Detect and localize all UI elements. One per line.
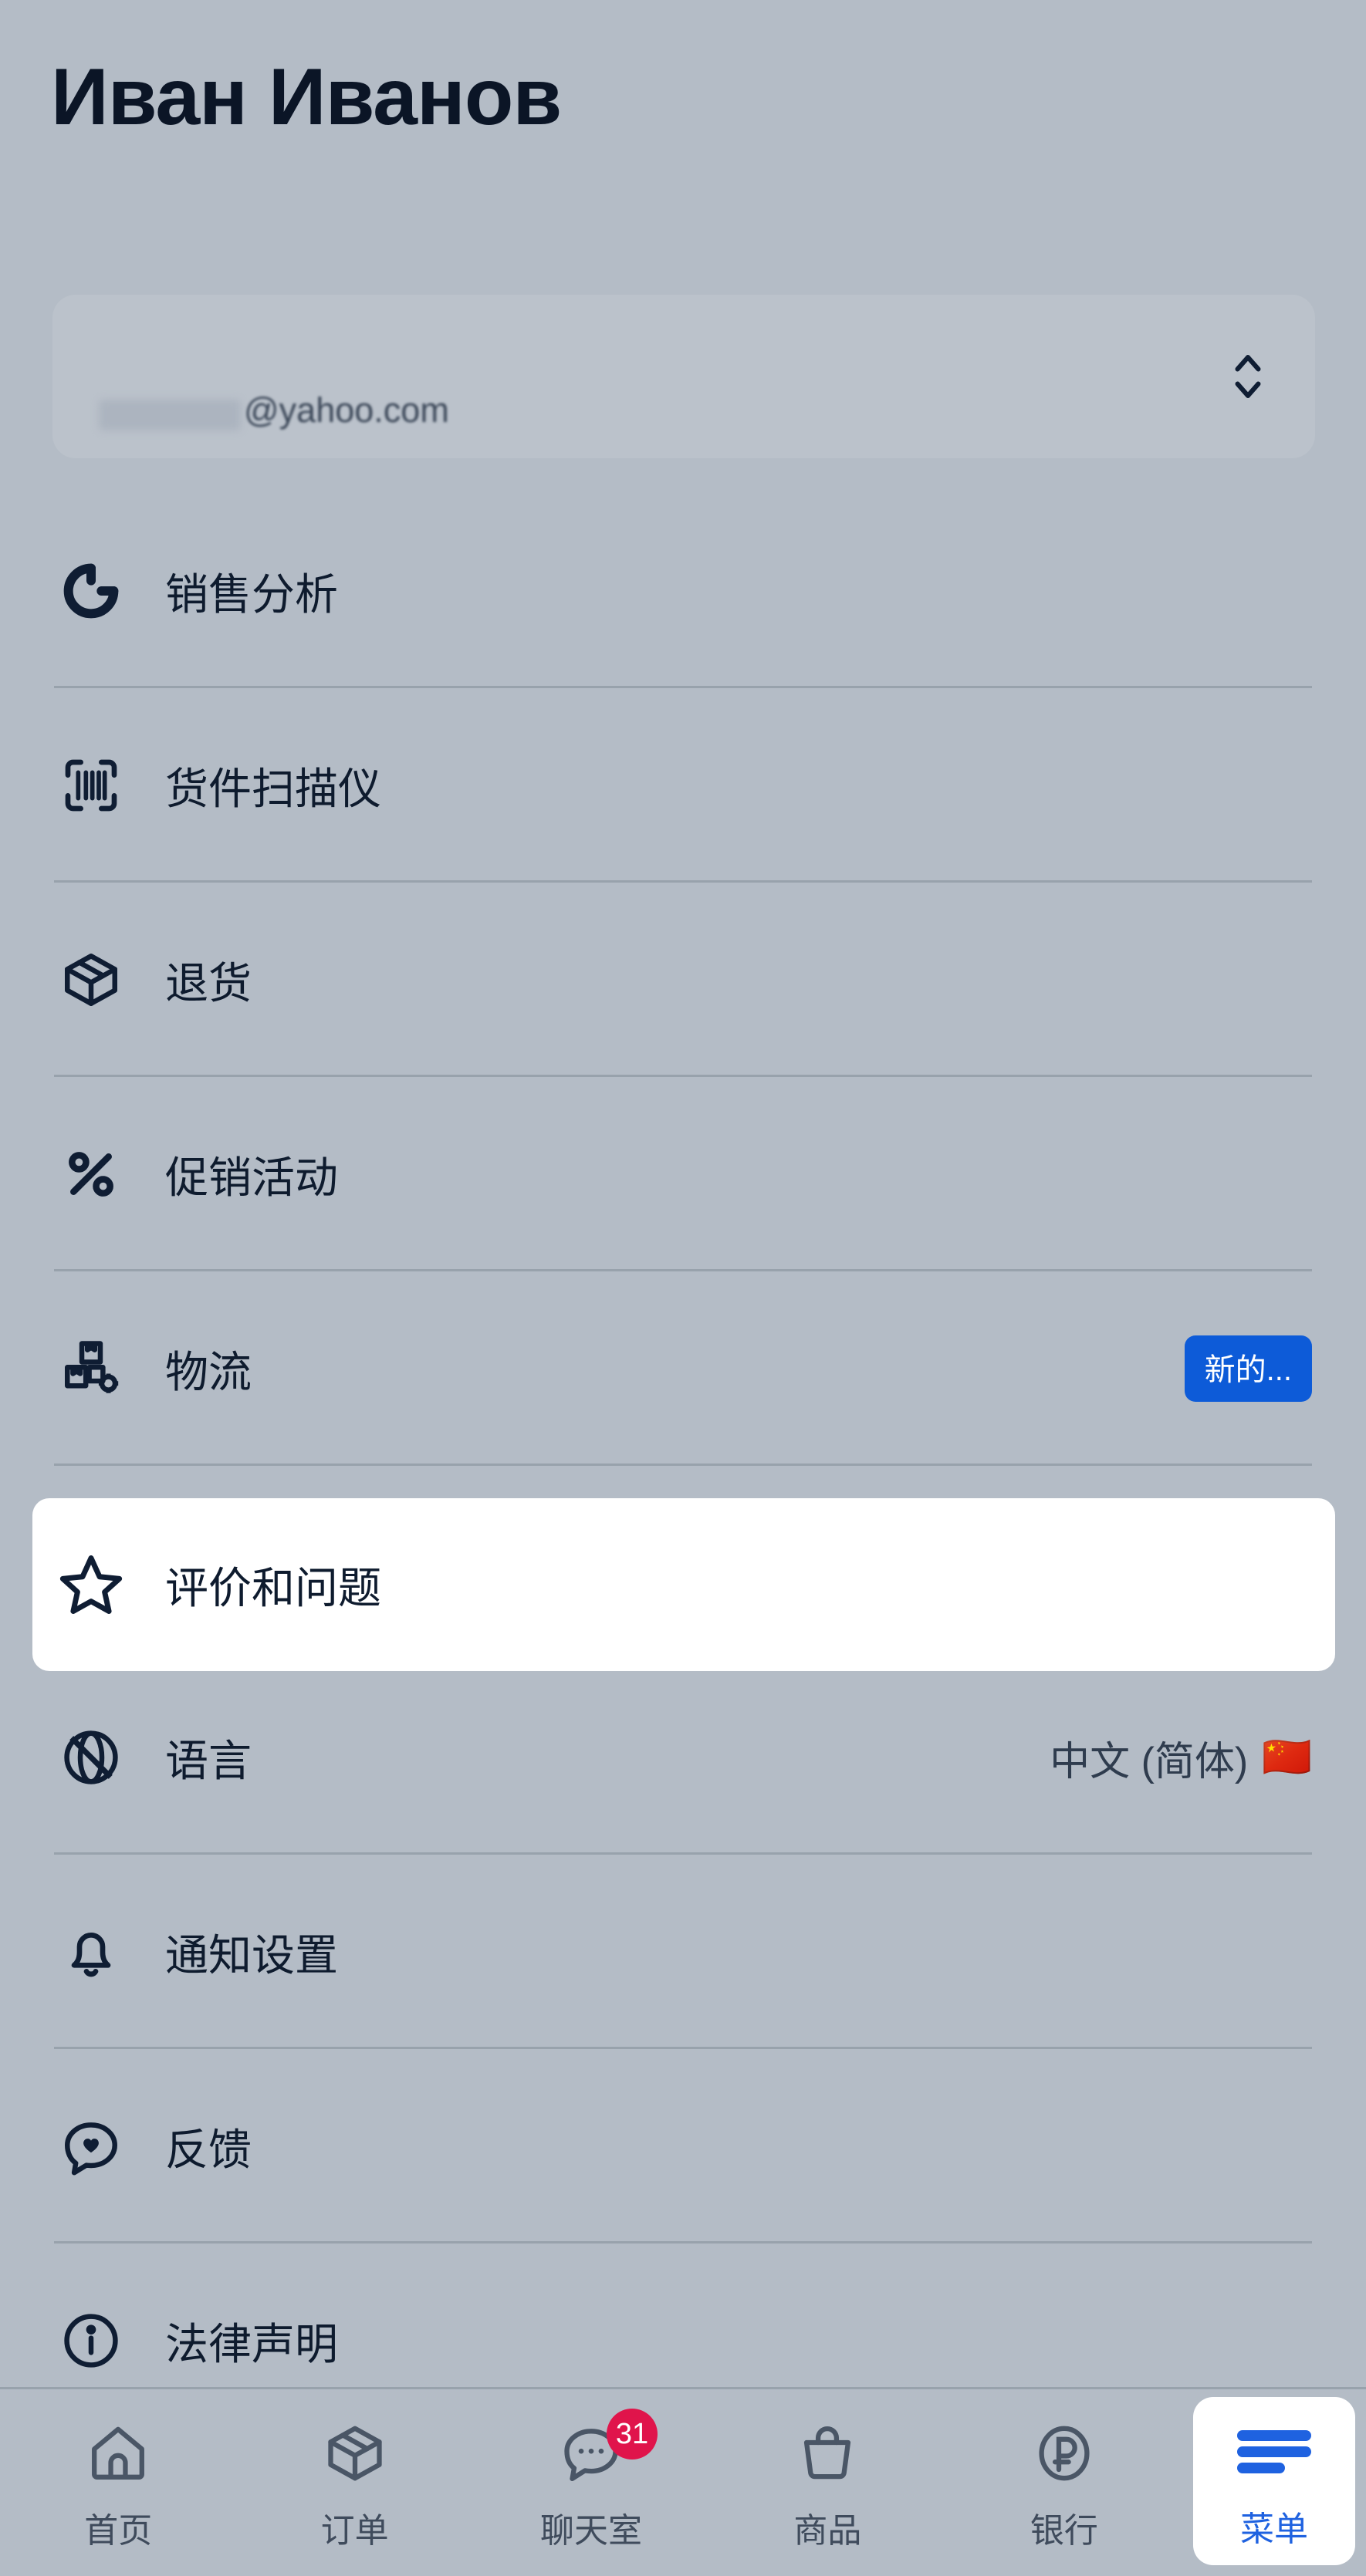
language-value: 中文 (简体) xyxy=(1050,1739,1249,1784)
nav-item-label: 订单 xyxy=(320,2512,389,2550)
menu-item-shipment-scanner[interactable]: 货件扫描仪 xyxy=(0,688,1366,883)
nav-item-label: 聊天室 xyxy=(540,2512,643,2550)
menu-item-label: 通知设置 xyxy=(165,1930,338,1980)
chat-bubble-icon: 31 xyxy=(559,2409,658,2493)
menu-item-label: 物流 xyxy=(165,1347,252,1396)
globe-slash-icon xyxy=(54,1720,128,1794)
home-icon xyxy=(86,2413,150,2493)
status-badge-new: 新的... xyxy=(1184,1335,1312,1402)
menu-item-label: 退货 xyxy=(165,958,252,1008)
nav-item-label: 首页 xyxy=(84,2512,153,2550)
bell-icon xyxy=(54,1915,128,1989)
menu-item-notifications[interactable]: 通知设置 xyxy=(0,1855,1366,2049)
menu-item-label: 销售分析 xyxy=(165,569,338,619)
menu-item-label: 法律声明 xyxy=(165,2319,338,2368)
menu-item-returns[interactable]: 退货 xyxy=(0,883,1366,1077)
percent-icon xyxy=(54,1137,128,1211)
menu-item-promotions[interactable]: 促销活动 xyxy=(0,1077,1366,1271)
nav-item-products[interactable]: 商品 xyxy=(709,2389,945,2576)
profile-header: Иван Иванов xyxy=(0,0,1366,255)
nav-item-chat[interactable]: 31 聊天室 xyxy=(473,2389,709,2576)
bottom-navigation-bar: 首页 订单 31 聊天室 商品 银行 菜单 xyxy=(0,2387,1366,2576)
nav-item-menu[interactable]: 菜单 xyxy=(1193,2397,1356,2565)
info-circle-icon xyxy=(54,2304,128,2378)
menu-item-language[interactable]: 语言 中文 (简体) 🇨🇳 xyxy=(0,1660,1366,1855)
settings-menu-list: 销售分析 货件扫描仪 退货 促销活动 物流 新的... 语言 中文 (简体) 🇨… xyxy=(0,494,1366,2438)
menu-item-feedback[interactable]: 反馈 xyxy=(0,2049,1366,2243)
box-3d-icon xyxy=(323,2413,387,2493)
account-email-wrap: @yahoo.com xyxy=(99,390,449,430)
menu-item-logistics[interactable]: 物流 新的... xyxy=(0,1271,1366,1466)
nav-item-home[interactable]: 首页 xyxy=(0,2389,236,2576)
page-title: Иван Иванов xyxy=(51,52,562,142)
nav-item-bank[interactable]: 银行 xyxy=(946,2389,1182,2576)
barcode-scan-icon xyxy=(54,748,128,822)
star-icon xyxy=(54,1548,128,1622)
menu-item-label: 反馈 xyxy=(165,2125,252,2174)
boxes-gear-icon xyxy=(54,1332,128,1406)
chat-unread-badge: 31 xyxy=(607,2409,658,2460)
nav-item-label: 银行 xyxy=(1030,2512,1098,2550)
menu-item-label: 促销活动 xyxy=(165,1153,338,1202)
china-flag-icon: 🇨🇳 xyxy=(1262,1735,1312,1780)
ruble-circle-icon xyxy=(1032,2413,1097,2493)
menu-item-label: 评价和问题 xyxy=(165,1563,381,1612)
app-screen: Иван Иванов @yahoo.com 销售分析 货件扫描仪 退货 促销活… xyxy=(0,0,1366,2576)
shopping-bag-icon xyxy=(795,2413,860,2493)
menu-item-label: 货件扫描仪 xyxy=(165,764,381,813)
account-email-redacted xyxy=(99,400,241,430)
account-selector[interactable]: @yahoo.com xyxy=(52,295,1315,458)
menu-item-sales-analytics[interactable]: 销售分析 xyxy=(0,494,1366,688)
nav-item-label: 菜单 xyxy=(1240,2510,1309,2548)
pie-chart-icon xyxy=(54,554,128,628)
hamburger-icon xyxy=(1237,2412,1312,2492)
open-box-icon xyxy=(54,943,128,1017)
menu-item-label: 语言 xyxy=(165,1736,252,1785)
heart-chat-icon xyxy=(54,2109,128,2183)
chevron-up-down-icon[interactable] xyxy=(1230,348,1266,405)
nav-item-label: 商品 xyxy=(793,2512,862,2550)
nav-item-orders[interactable]: 订单 xyxy=(236,2389,472,2576)
account-email-domain: @yahoo.com xyxy=(244,390,449,430)
menu-item-reviews-questions[interactable]: 评价和问题 xyxy=(32,1498,1335,1671)
